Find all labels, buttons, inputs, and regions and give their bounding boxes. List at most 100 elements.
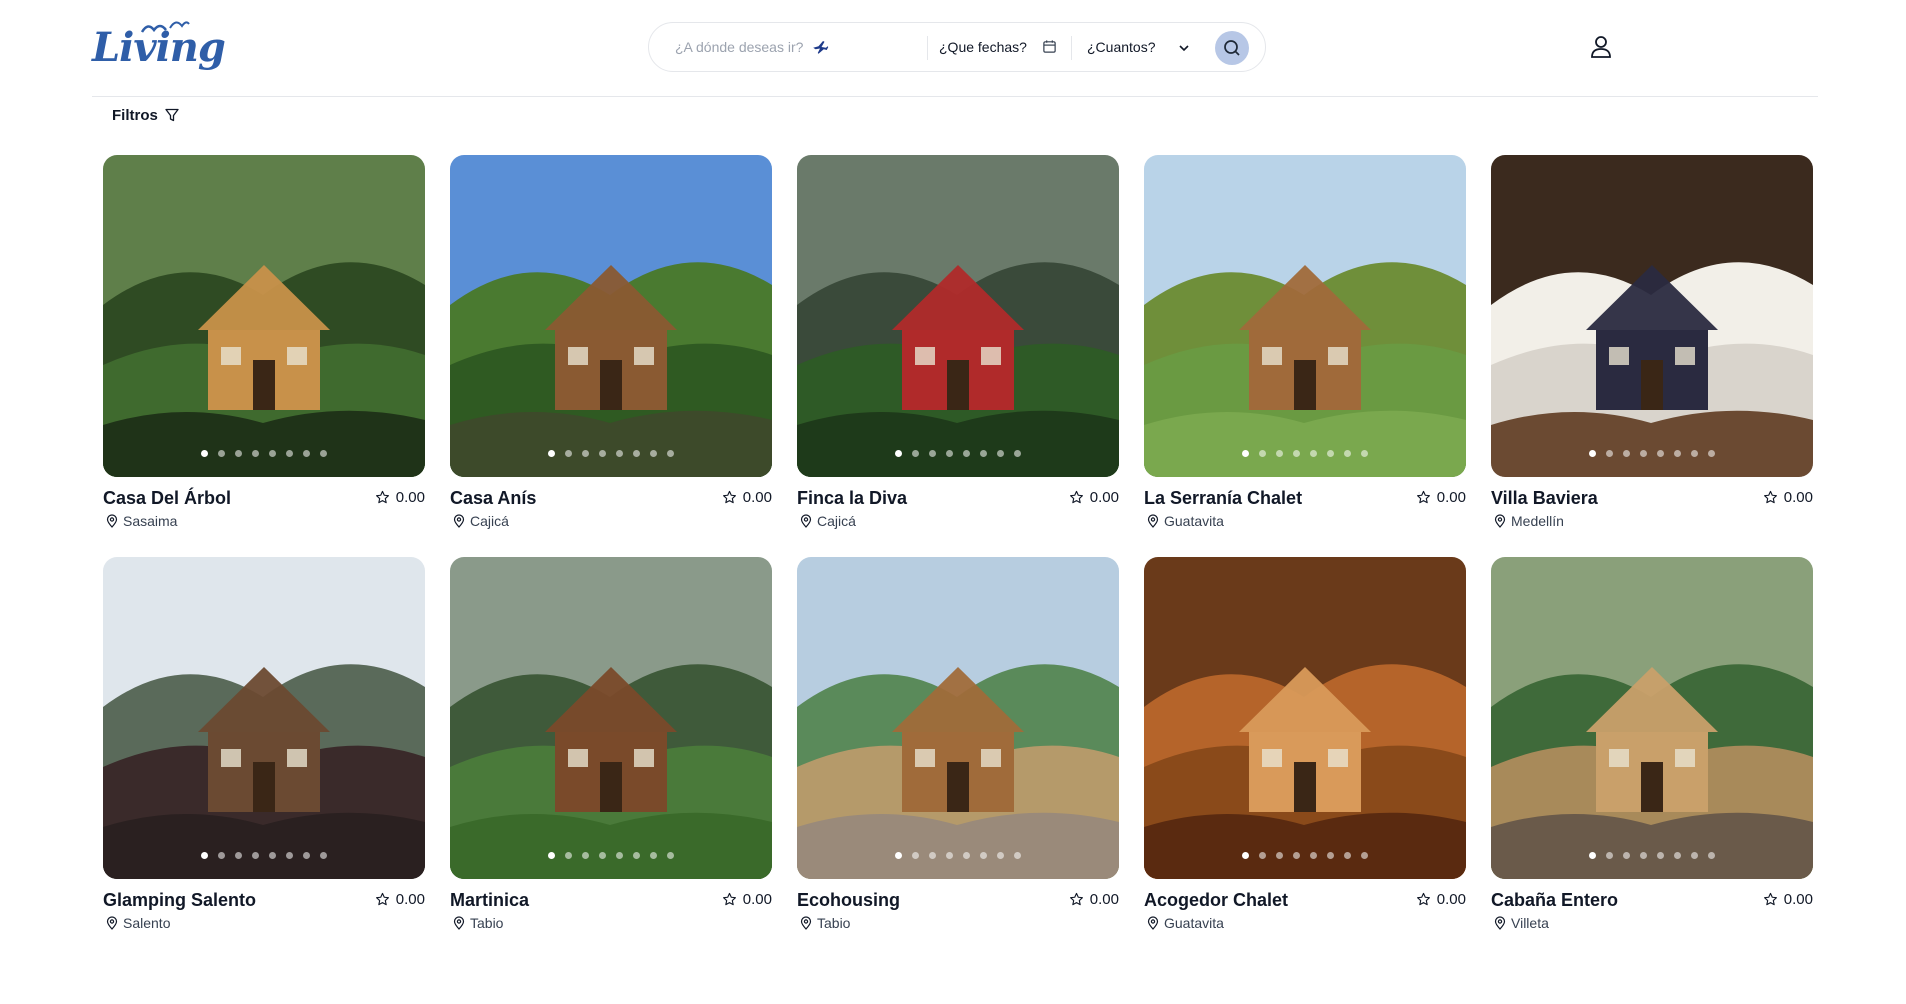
carousel-dot[interactable] <box>1276 852 1283 859</box>
listing-image-carousel[interactable] <box>103 557 425 879</box>
listing-image-carousel[interactable] <box>450 155 772 477</box>
carousel-dot[interactable] <box>548 852 555 859</box>
carousel-dot[interactable] <box>1657 852 1664 859</box>
living-logo[interactable]: Living <box>92 18 226 76</box>
carousel-dot[interactable] <box>963 852 970 859</box>
carousel-dot[interactable] <box>1344 450 1351 457</box>
carousel-dot[interactable] <box>946 852 953 859</box>
search-button[interactable] <box>1215 31 1249 65</box>
user-account-icon[interactable] <box>1590 35 1612 59</box>
carousel-dot[interactable] <box>1657 450 1664 457</box>
listing-card[interactable]: La Serranía Chalet 0.00 Guatavita <box>1144 155 1466 540</box>
carousel-dot[interactable] <box>1276 450 1283 457</box>
carousel-dot[interactable] <box>1606 852 1613 859</box>
carousel-dot[interactable] <box>1259 450 1266 457</box>
listing-card[interactable]: Martinica 0.00 Tabio <box>450 557 772 942</box>
listing-image-carousel[interactable] <box>797 557 1119 879</box>
filters-button[interactable]: Filtros <box>112 104 180 126</box>
carousel-dot[interactable] <box>1310 852 1317 859</box>
carousel-dot[interactable] <box>286 852 293 859</box>
carousel-dot[interactable] <box>963 450 970 457</box>
listing-title[interactable]: Martinica <box>450 890 529 911</box>
carousel-dot[interactable] <box>1640 852 1647 859</box>
carousel-dot[interactable] <box>650 852 657 859</box>
property-photo[interactable] <box>1491 557 1813 879</box>
carousel-dot[interactable] <box>235 852 242 859</box>
carousel-dot[interactable] <box>1623 852 1630 859</box>
carousel-dot[interactable] <box>218 450 225 457</box>
listing-image-carousel[interactable] <box>1144 155 1466 477</box>
carousel-dot[interactable] <box>1327 852 1334 859</box>
carousel-dot[interactable] <box>235 450 242 457</box>
carousel-dot[interactable] <box>548 450 555 457</box>
carousel-dot[interactable] <box>912 450 919 457</box>
listing-card[interactable]: Glamping Salento 0.00 Salento <box>103 557 425 942</box>
guests-selector[interactable]: ¿Cuantos? <box>1087 39 1155 55</box>
carousel-dot[interactable] <box>565 852 572 859</box>
carousel-dot[interactable] <box>616 450 623 457</box>
property-photo[interactable] <box>450 155 772 477</box>
carousel-dot[interactable] <box>303 852 310 859</box>
property-photo[interactable] <box>797 557 1119 879</box>
listing-card[interactable]: Ecohousing 0.00 Tabio <box>797 557 1119 942</box>
carousel-dot[interactable] <box>599 450 606 457</box>
carousel-dot[interactable] <box>1708 450 1715 457</box>
carousel-dot[interactable] <box>1344 852 1351 859</box>
chevron-down-icon[interactable] <box>1177 41 1191 55</box>
carousel-dot[interactable] <box>667 852 674 859</box>
carousel-dot[interactable] <box>929 450 936 457</box>
carousel-dot[interactable] <box>1623 450 1630 457</box>
carousel-dot[interactable] <box>218 852 225 859</box>
carousel-dot[interactable] <box>1708 852 1715 859</box>
carousel-dot[interactable] <box>599 852 606 859</box>
property-photo[interactable] <box>797 155 1119 477</box>
carousel-dot[interactable] <box>1606 450 1613 457</box>
carousel-dot[interactable] <box>582 450 589 457</box>
carousel-dot[interactable] <box>1674 852 1681 859</box>
carousel-dot[interactable] <box>1361 852 1368 859</box>
carousel-dot[interactable] <box>269 450 276 457</box>
carousel-dot[interactable] <box>1674 450 1681 457</box>
carousel-dot[interactable] <box>912 852 919 859</box>
carousel-dot[interactable] <box>997 450 1004 457</box>
property-photo[interactable] <box>450 557 772 879</box>
destination-input[interactable]: ¿A dónde deseas ir? <box>675 39 803 55</box>
carousel-dot[interactable] <box>1361 450 1368 457</box>
carousel-dot[interactable] <box>650 450 657 457</box>
listing-card[interactable]: Acogedor Chalet 0.00 Guatavita <box>1144 557 1466 942</box>
property-photo[interactable] <box>1144 155 1466 477</box>
carousel-dot[interactable] <box>633 450 640 457</box>
listing-image-carousel[interactable] <box>1491 155 1813 477</box>
carousel-dot[interactable] <box>565 450 572 457</box>
listing-title[interactable]: Casa Del Árbol <box>103 488 231 509</box>
property-photo[interactable] <box>103 557 425 879</box>
listing-title[interactable]: Acogedor Chalet <box>1144 890 1288 911</box>
carousel-dot[interactable] <box>1589 852 1596 859</box>
carousel-dot[interactable] <box>320 852 327 859</box>
carousel-dot[interactable] <box>1242 852 1249 859</box>
carousel-dot[interactable] <box>1293 450 1300 457</box>
listing-title[interactable]: Cabaña Entero <box>1491 890 1618 911</box>
carousel-dot[interactable] <box>1014 450 1021 457</box>
carousel-dot[interactable] <box>252 852 259 859</box>
carousel-dot[interactable] <box>1327 450 1334 457</box>
carousel-dot[interactable] <box>1259 852 1266 859</box>
listing-title[interactable]: Casa Anís <box>450 488 536 509</box>
property-photo[interactable] <box>1144 557 1466 879</box>
carousel-dot[interactable] <box>252 450 259 457</box>
dates-picker[interactable]: ¿Que fechas? <box>939 39 1027 55</box>
carousel-dot[interactable] <box>997 852 1004 859</box>
carousel-dot[interactable] <box>1014 852 1021 859</box>
carousel-dot[interactable] <box>1691 450 1698 457</box>
carousel-dot[interactable] <box>1242 450 1249 457</box>
property-photo[interactable] <box>103 155 425 477</box>
carousel-dot[interactable] <box>201 852 208 859</box>
carousel-dot[interactable] <box>1640 450 1647 457</box>
listing-card[interactable]: Casa Anís 0.00 Cajicá <box>450 155 772 540</box>
carousel-dot[interactable] <box>667 450 674 457</box>
carousel-dot[interactable] <box>616 852 623 859</box>
listing-card[interactable]: Casa Del Árbol 0.00 Sasaima <box>103 155 425 540</box>
listing-image-carousel[interactable] <box>450 557 772 879</box>
carousel-dot[interactable] <box>582 852 589 859</box>
listing-card[interactable]: Finca la Diva 0.00 Cajicá <box>797 155 1119 540</box>
